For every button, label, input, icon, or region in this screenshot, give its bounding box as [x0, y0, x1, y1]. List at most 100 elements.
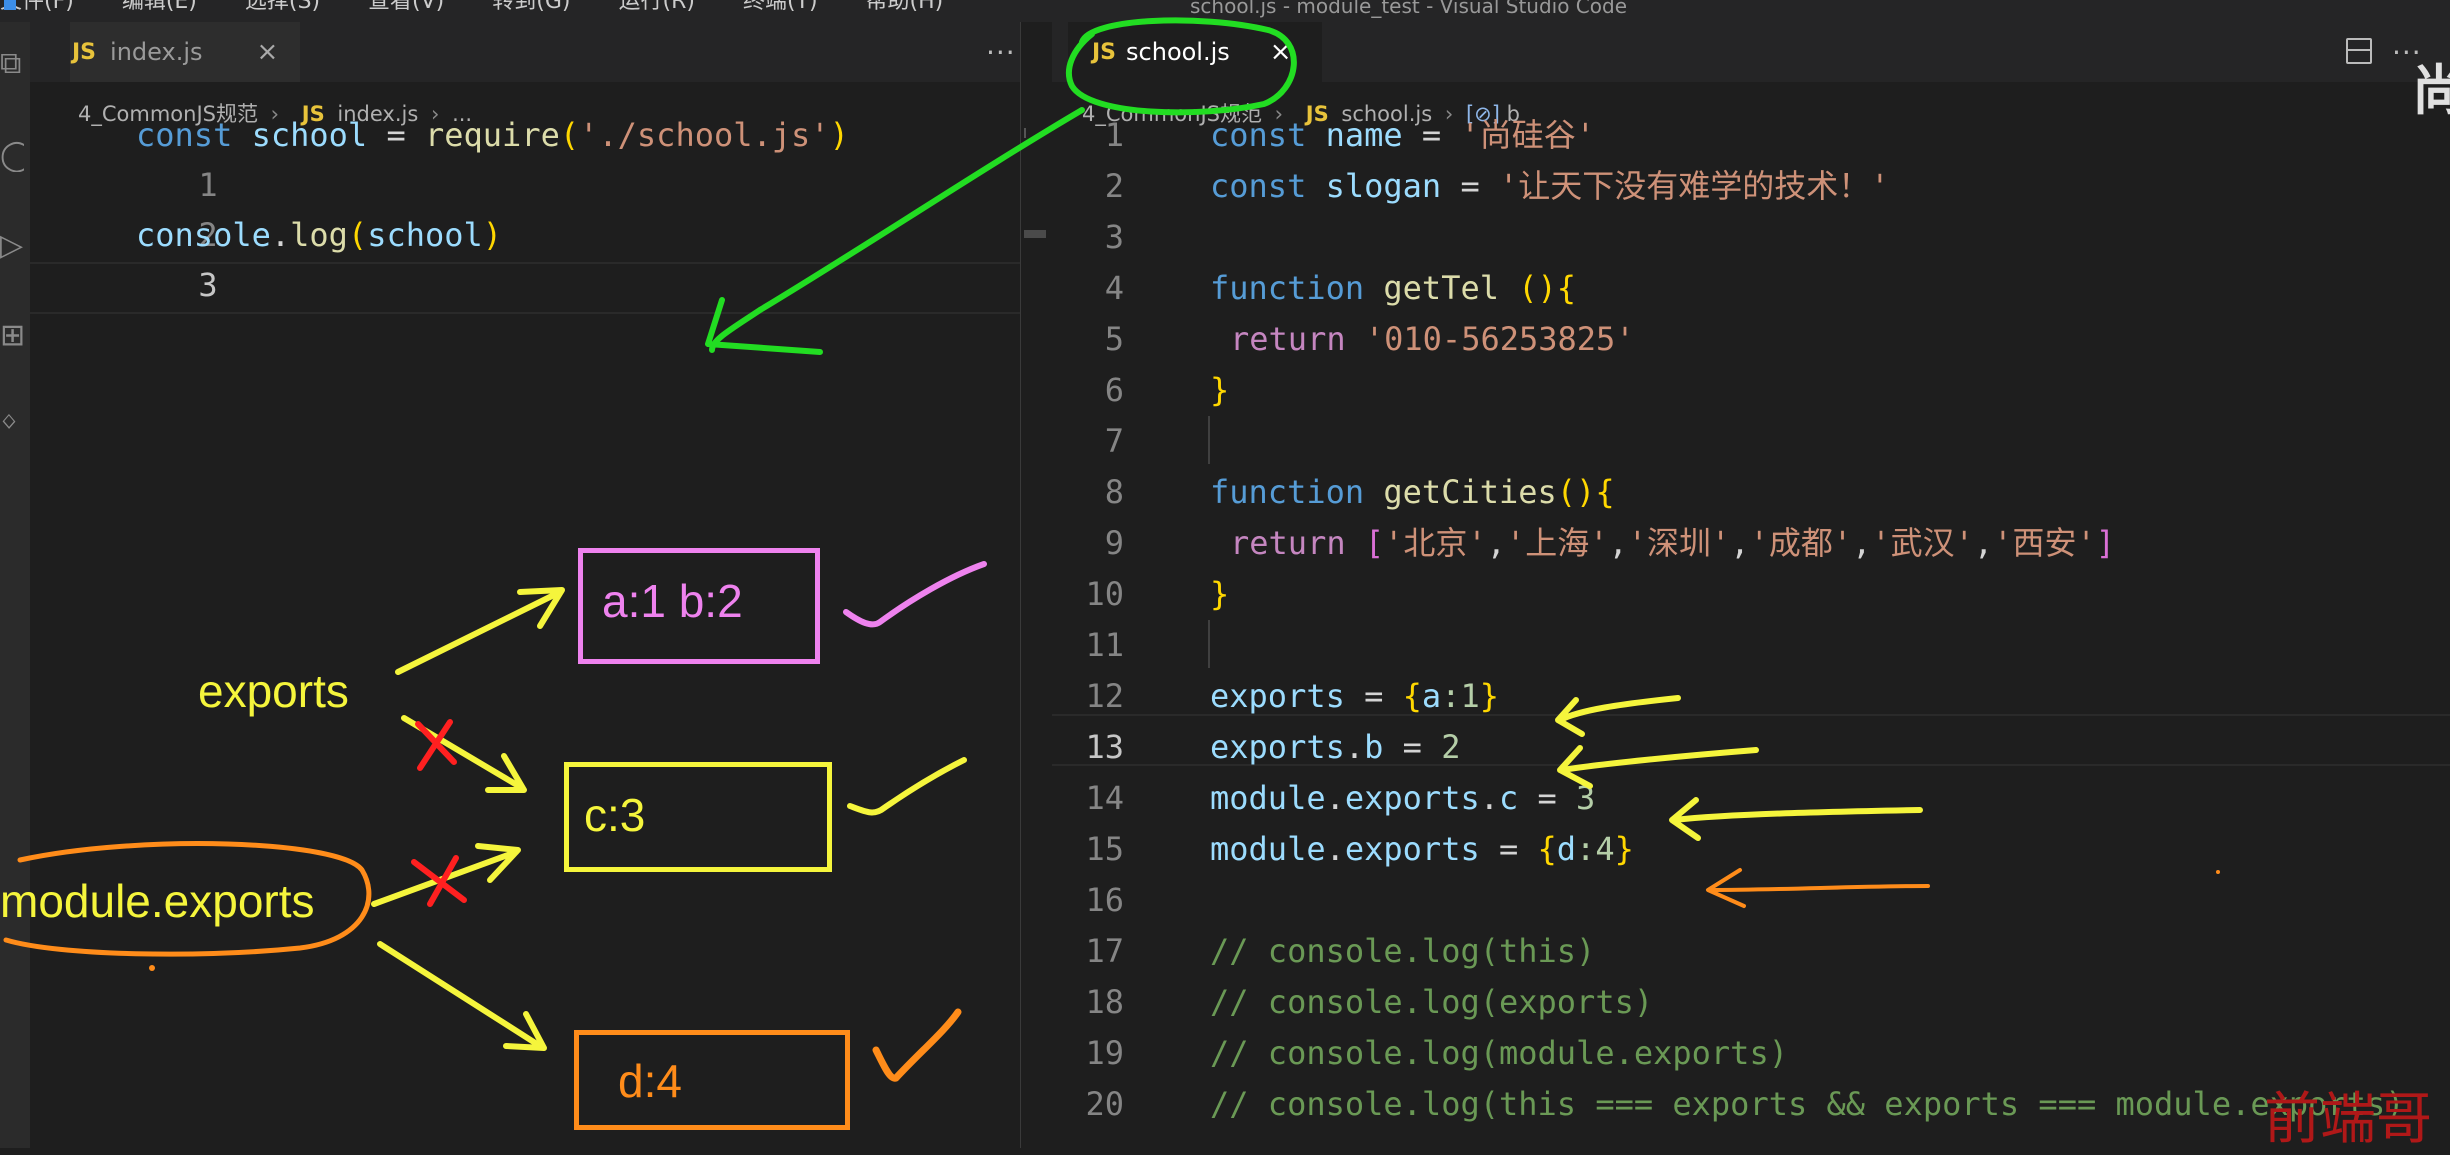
tab-label: index.js — [110, 38, 203, 66]
window-title: school.js - module_test - Visual Studio … — [1190, 0, 1628, 18]
code-line: 6} — [1052, 365, 1230, 415]
token: 3 — [1576, 779, 1596, 817]
token: exports — [1210, 728, 1345, 766]
annotation-box-d-label: d:4 — [618, 1055, 682, 1107]
token: console — [136, 216, 271, 254]
token: { — [1402, 677, 1422, 715]
token: school — [251, 116, 368, 154]
peek-char: 尚 — [2412, 59, 2450, 122]
menu-help[interactable]: 帮助(H) — [866, 0, 944, 13]
tab-bar-right: JS school.js × ··· — [1052, 22, 2450, 82]
token: = — [1344, 677, 1403, 715]
editor-split-divider[interactable] — [1020, 22, 1053, 1148]
line-number: 3 — [198, 266, 218, 304]
vscode-logo-icon — [4, 0, 16, 10]
token: = — [1479, 830, 1538, 868]
line-number: 11 — [1085, 626, 1124, 664]
line-number: 15 — [1085, 830, 1124, 868]
tab-label: school.js — [1126, 38, 1230, 66]
token: , — [1608, 524, 1628, 562]
comment: // console.log(exports) — [1210, 983, 1654, 1021]
token: '尚硅谷' — [1460, 116, 1595, 154]
token: exports — [1344, 779, 1480, 817]
close-icon[interactable]: × — [257, 37, 279, 67]
token: c — [1498, 779, 1519, 817]
split-editor-icon[interactable] — [2346, 38, 2372, 64]
annotation-module-exports-label: module.exports — [0, 875, 315, 927]
menu-bar: 文件(F) 编辑(E) 选择(S) 查看(V) 转到(G) 运行(R) 终端(T… — [0, 0, 2450, 22]
token: '010-56253825' — [1364, 320, 1635, 358]
close-icon[interactable]: × — [1270, 37, 1292, 67]
token: :1 — [1441, 677, 1480, 715]
token: { — [1537, 830, 1557, 868]
line-number: 13 — [1085, 728, 1124, 766]
token: '让天下没有难学的技术！' — [1498, 167, 1890, 205]
token: module — [1210, 779, 1326, 817]
token: (){ — [1518, 269, 1577, 307]
code-line: 1 const school = require('./school.js') — [30, 110, 849, 204]
token: . — [270, 216, 291, 254]
annotation-box-d — [574, 1030, 850, 1130]
code-line: 3 console.log(school) — [30, 210, 502, 304]
token: ( — [559, 116, 580, 154]
token: school — [367, 216, 483, 254]
extensions-icon[interactable]: ⊞ — [0, 320, 24, 352]
menu-selection[interactable]: 选择(S) — [245, 0, 320, 13]
code-line: 9 return ['北京','上海','深圳','成都','武汉','西安'] — [1052, 518, 2115, 568]
token: ) — [829, 116, 849, 154]
code-line: 8 function getCities(){ — [1052, 467, 1615, 517]
token: function — [1210, 269, 1365, 307]
token: 2 — [1441, 728, 1461, 766]
tab-school-js[interactable]: JS school.js × — [1068, 22, 1322, 82]
token: } — [1614, 830, 1634, 868]
token: , — [1486, 524, 1506, 562]
source-control-icon[interactable]: ᛜ — [0, 408, 24, 440]
token: return — [1230, 320, 1346, 358]
menu-edit[interactable]: 编辑(E) — [122, 0, 197, 13]
token: , — [1852, 524, 1872, 562]
token: [ — [1364, 524, 1385, 562]
menu-terminal[interactable]: 终端(T) — [743, 0, 818, 13]
token: b — [1364, 728, 1384, 766]
line-number: 16 — [1085, 881, 1124, 919]
scrollbar-thumb[interactable] — [1024, 230, 1046, 238]
indent-guide — [1208, 620, 1210, 668]
activity-bar: ⧉ ◯ ▷ ⊞ ᛜ — [0, 22, 30, 1148]
comment: // console.log(module.exports) — [1210, 1034, 1788, 1072]
code-line: 14 module.exports.c = 3 — [1052, 773, 1595, 823]
code-line: 3 — [1052, 212, 1124, 262]
line-number: 4 — [1104, 269, 1124, 307]
menu-go[interactable]: 转到(G) — [492, 0, 570, 13]
token: return — [1230, 524, 1346, 562]
token: getCities — [1383, 473, 1557, 511]
token: = — [367, 116, 425, 154]
line-number: 14 — [1085, 779, 1124, 817]
scrollbar[interactable] — [1024, 128, 1026, 138]
token: module — [1210, 830, 1326, 868]
code-line: 5 return '010-56253825' — [1052, 314, 1635, 364]
code-line: 2 const slogan = '让天下没有难学的技术！' — [1052, 161, 1890, 211]
line-number: 2 — [1104, 167, 1124, 205]
token: require — [424, 116, 560, 154]
editor-pane-left: JS index.js × ··· 4_CommonJS规范 › JS inde… — [30, 22, 1020, 1148]
search-icon[interactable]: ◯ — [0, 140, 24, 172]
token: (){ — [1556, 473, 1615, 511]
token: '北京' — [1384, 524, 1487, 562]
run-debug-icon[interactable]: ▷ — [0, 230, 24, 262]
menu-run[interactable]: 运行(R) — [618, 0, 694, 13]
tab-index-js[interactable]: JS index.js × — [70, 22, 300, 82]
more-actions-icon[interactable]: ··· — [986, 36, 1016, 69]
line-number: 9 — [1104, 524, 1124, 562]
annotation-box-ab-label: a:1 b:2 — [602, 575, 743, 627]
code-line: 20 // console.log(this === exports && exp… — [1052, 1079, 2404, 1129]
code-line: 11 — [1052, 620, 1124, 670]
token: = — [1383, 728, 1442, 766]
token: slogan — [1325, 167, 1442, 205]
token: . — [1325, 779, 1345, 817]
menu-view[interactable]: 查看(V) — [368, 0, 444, 13]
code-line: 19 // console.log(module.exports) — [1052, 1028, 1788, 1078]
annotation-exports-label: exports — [198, 665, 349, 717]
explorer-icon[interactable]: ⧉ — [0, 48, 24, 80]
editor-pane-right: JS school.js × ··· 4_CommonJS规范 › JS sch… — [1052, 22, 2450, 1148]
line-number: 6 — [1104, 371, 1124, 409]
